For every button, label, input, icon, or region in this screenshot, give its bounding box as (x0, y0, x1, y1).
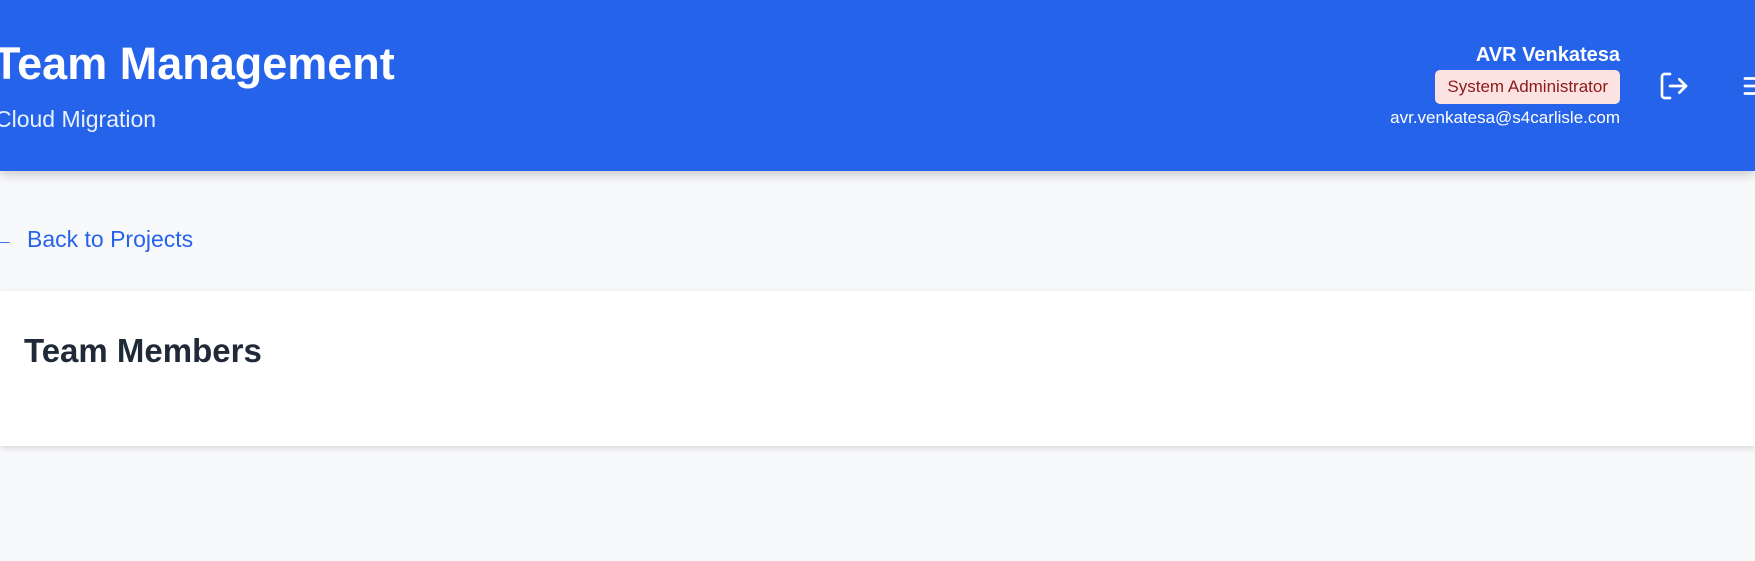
role-badge: System Administrator (1435, 70, 1620, 104)
user-info: AVR Venkatesa System Administrator avr.v… (1390, 42, 1620, 128)
user-name: AVR Venkatesa (1475, 44, 1620, 66)
logout-button[interactable] (1656, 68, 1692, 104)
app-header: Team Management Cloud Migration AVR Venk… (0, 0, 1755, 171)
team-members-card: Team Members (0, 291, 1755, 446)
hamburger-menu-icon (1743, 77, 1755, 95)
team-members-heading: Team Members (24, 332, 262, 369)
project-name: Cloud Migration (0, 106, 157, 132)
back-to-projects-link[interactable]: ← Back to Projects (0, 224, 193, 254)
user-email: avr.venkatesa@s4carlisle.com (1390, 108, 1620, 127)
arrow-left-icon: ← (0, 226, 14, 251)
page-title: Team Management (0, 38, 395, 89)
logout-icon (1660, 72, 1688, 100)
back-link-label: Back to Projects (27, 226, 194, 252)
menu-button[interactable] (1740, 68, 1755, 104)
